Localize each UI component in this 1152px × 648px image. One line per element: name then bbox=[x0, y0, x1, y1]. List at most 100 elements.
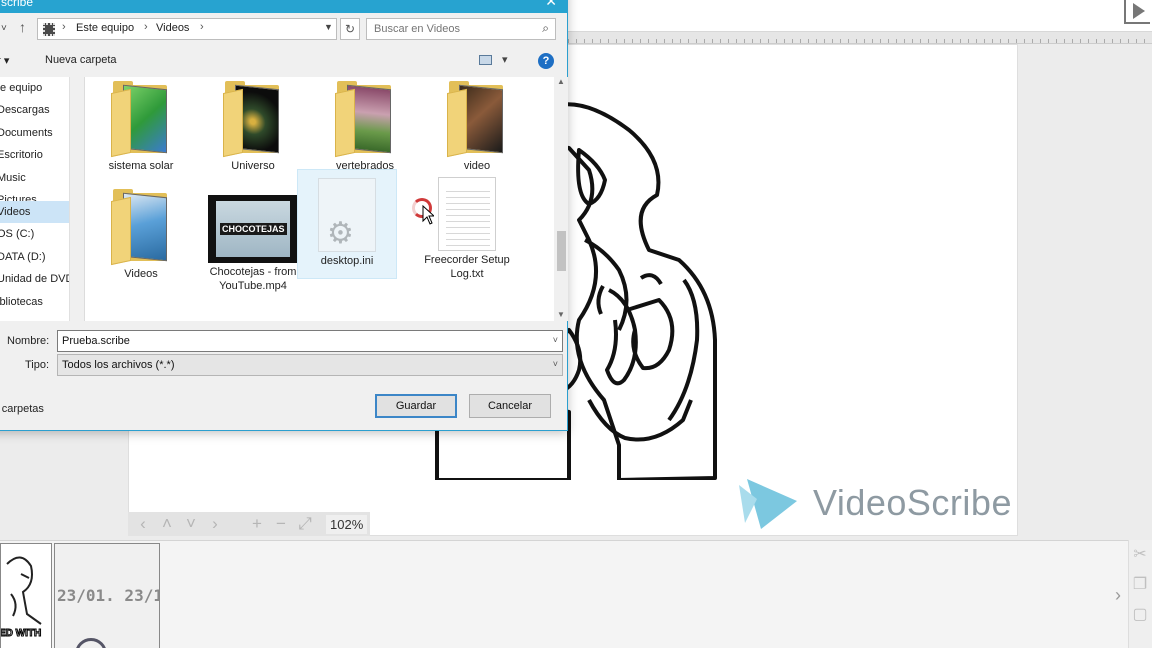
file-item-folder[interactable]: Universo bbox=[205, 81, 301, 173]
change-view-button[interactable]: ▾ bbox=[479, 53, 508, 66]
file-name-input[interactable] bbox=[58, 331, 562, 351]
paste-icon[interactable]: ▢ bbox=[1129, 600, 1151, 630]
timeline-scroll-right-icon[interactable]: › bbox=[1115, 585, 1121, 606]
folder-icon bbox=[447, 81, 507, 158]
zoom-level: 102% bbox=[326, 514, 368, 534]
timeline-thumbnail[interactable]: 23/01. 23/10 bbox=[54, 543, 160, 648]
navigation-pane: te equipo Descargas Documents Escritorio… bbox=[0, 77, 71, 321]
right-toolbar: ✂ ❐ ▢ bbox=[1128, 540, 1152, 648]
file-type-value: Todos los archivos (*.*) bbox=[62, 359, 175, 371]
refresh-icon[interactable]: ↻ bbox=[340, 18, 360, 40]
file-name-field[interactable]: ˅ bbox=[57, 330, 563, 352]
watermark-text: VideoScribe bbox=[813, 482, 1012, 523]
file-name: Freecorder Setup Log.txt bbox=[424, 254, 510, 280]
thumbnail-circle-shape bbox=[75, 638, 107, 648]
breadcrumb-videos[interactable]: Videos bbox=[156, 22, 189, 34]
file-name: sistema solar bbox=[108, 160, 174, 172]
scroll-down-icon[interactable]: ▼ bbox=[557, 310, 565, 319]
hide-folders-toggle[interactable]: r carpetas bbox=[0, 403, 44, 415]
dialog-title: scribe bbox=[1, 0, 34, 9]
nav-item-music[interactable]: Music bbox=[0, 167, 69, 189]
close-icon[interactable]: ✕ bbox=[545, 0, 557, 10]
timeline: ED WITH 23/01. 23/10 › bbox=[0, 540, 1152, 648]
organize-button[interactable]: ar ▾ bbox=[0, 54, 9, 67]
cut-icon[interactable]: ✂ bbox=[1129, 540, 1151, 570]
canvas-navbar: ‹ ˄ ˅ › + − ⤢ 102% bbox=[128, 512, 370, 536]
settings-file-icon: ⚙ bbox=[318, 178, 376, 252]
address-row: ˅ ↑ › Este equipo › Videos › ▼ ↻ ⌕ bbox=[0, 17, 567, 43]
play-button[interactable] bbox=[1124, 0, 1150, 24]
nav-item-este-equipo[interactable]: te equipo bbox=[0, 77, 69, 99]
up-arrow-icon[interactable]: ↑ bbox=[19, 19, 26, 35]
save-file-dialog: scribe ✕ ˅ ↑ › Este equipo › Videos › ▼ … bbox=[0, 0, 568, 431]
address-dropdown-icon[interactable]: ▼ bbox=[324, 22, 333, 32]
zoom-out-icon[interactable]: − bbox=[272, 514, 290, 534]
nav-item-os-c[interactable]: OS (C:) bbox=[0, 223, 69, 245]
file-type-select[interactable]: Todos los archivos (*.*) ˅ bbox=[57, 354, 563, 376]
file-item-folder[interactable]: Videos bbox=[93, 189, 189, 281]
file-item-desktop-ini[interactable]: ⚙ desktop.ini bbox=[297, 169, 397, 279]
search-box[interactable]: ⌕ bbox=[366, 18, 556, 40]
file-item-video[interactable]: CHOCOTEJAS Chocotejas - from YouTube.mp4 bbox=[205, 189, 301, 293]
thumbnail-drawing-image bbox=[6, 556, 42, 625]
chevron-down-icon[interactable]: ˅ bbox=[553, 359, 558, 369]
breadcrumb-separator: › bbox=[144, 21, 148, 33]
fit-screen-icon[interactable]: ⤢ bbox=[296, 514, 314, 534]
copy-icon[interactable]: ❐ bbox=[1129, 570, 1151, 600]
folder-icon bbox=[111, 189, 171, 266]
scroll-up-icon[interactable]: ▲ bbox=[557, 77, 565, 86]
nav-item-descargas[interactable]: Descargas bbox=[0, 99, 69, 121]
chevron-down-icon[interactable]: ˅ bbox=[553, 335, 558, 345]
thumbnail-text: ED WITH bbox=[0, 628, 42, 640]
chevron-up-icon[interactable]: ˄ bbox=[158, 514, 176, 534]
breadcrumb-este-equipo[interactable]: Este equipo bbox=[76, 22, 134, 34]
address-bar[interactable]: › Este equipo › Videos › ▼ bbox=[37, 18, 337, 40]
file-list: sistema solar Universo vertebrados video… bbox=[84, 77, 554, 321]
save-button[interactable]: Guardar bbox=[375, 394, 457, 418]
new-folder-button[interactable]: Nueva carpeta bbox=[45, 54, 117, 66]
file-item-folder[interactable]: vertebrados bbox=[317, 81, 413, 173]
nav-item-escritorio[interactable]: Escritorio bbox=[0, 144, 69, 166]
chevron-left-icon[interactable]: ‹ bbox=[134, 514, 152, 534]
videoscribe-watermark: VideoScribe bbox=[737, 475, 1012, 531]
nav-item-documents[interactable]: Documents bbox=[0, 122, 69, 144]
name-label: Nombre: bbox=[7, 335, 50, 347]
videoscribe-logo-icon bbox=[739, 479, 797, 529]
file-item-folder[interactable]: video bbox=[429, 81, 525, 173]
search-input[interactable] bbox=[367, 19, 531, 39]
nav-item-data-d[interactable]: DATA (D:) bbox=[0, 246, 69, 268]
breadcrumb-separator: › bbox=[62, 21, 66, 33]
play-icon bbox=[1133, 3, 1145, 19]
file-name: Chocotejas - from YouTube.mp4 bbox=[209, 266, 297, 292]
file-name: video bbox=[463, 160, 491, 172]
thumbnail-text: 23/01. 23/10 bbox=[57, 586, 159, 605]
zoom-in-icon[interactable]: + bbox=[248, 514, 266, 534]
nav-item-bibliotecas[interactable]: ibliotecas bbox=[0, 291, 69, 313]
folder-icon bbox=[223, 81, 283, 158]
file-list-scrollbar[interactable]: ▲ ▼ bbox=[555, 77, 568, 321]
search-icon[interactable]: ⌕ bbox=[542, 21, 549, 36]
chevron-down-icon[interactable]: ˅ bbox=[182, 514, 200, 534]
chevron-right-icon[interactable]: › bbox=[206, 514, 224, 534]
videos-folder-icon bbox=[43, 23, 55, 36]
ruler bbox=[560, 32, 1152, 44]
video-thumbnail-icon: CHOCOTEJAS bbox=[208, 195, 298, 263]
scrollbar-thumb[interactable] bbox=[557, 231, 566, 271]
dialog-titlebar[interactable]: scribe ✕ bbox=[0, 0, 567, 13]
file-name: Universo bbox=[231, 160, 275, 172]
text-file-icon bbox=[438, 177, 496, 251]
recent-locations-icon[interactable]: ˅ bbox=[1, 23, 7, 34]
nav-scrollbar[interactable] bbox=[69, 77, 71, 321]
folder-icon bbox=[335, 81, 395, 158]
help-icon[interactable]: ? bbox=[538, 53, 554, 69]
nav-item-videos[interactable]: Videos bbox=[0, 201, 69, 223]
cancel-button[interactable]: Cancelar bbox=[469, 394, 551, 418]
nav-item-dvd[interactable]: Unidad de DVD bbox=[0, 268, 71, 290]
file-item-text[interactable]: Freecorder Setup Log.txt bbox=[415, 177, 519, 281]
file-item-folder[interactable]: sistema solar bbox=[93, 81, 189, 173]
file-name: desktop.ini bbox=[320, 255, 374, 267]
mouse-pointer-icon bbox=[422, 205, 434, 225]
type-label: Tipo: bbox=[25, 359, 50, 371]
breadcrumb-separator: › bbox=[200, 21, 204, 33]
timeline-thumbnail[interactable]: ED WITH bbox=[0, 543, 52, 648]
